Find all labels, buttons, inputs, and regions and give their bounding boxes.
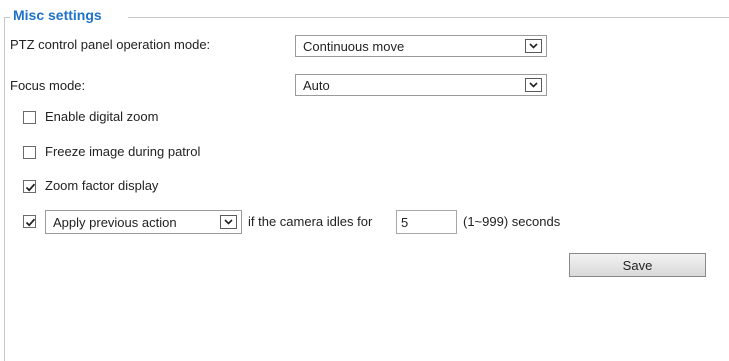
chevron-down-icon[interactable] [220, 215, 237, 229]
checkmark-icon [25, 218, 36, 227]
fieldset-border [4, 17, 10, 18]
ptz-mode-value: Continuous move [303, 38, 405, 54]
checkmark-icon [25, 183, 36, 192]
section-title: Misc settings [13, 7, 102, 23]
idle-prefix-label: if the camera idles for [248, 214, 373, 229]
fieldset-border [128, 17, 729, 18]
idle-action-checkbox[interactable] [23, 215, 36, 228]
fieldset-border [4, 17, 5, 361]
save-button[interactable]: Save [569, 253, 706, 277]
digital-zoom-checkbox[interactable] [23, 111, 36, 124]
freeze-image-checkbox[interactable] [23, 146, 36, 159]
ptz-mode-label: PTZ control panel operation mode: [10, 37, 211, 52]
idle-seconds-input[interactable]: 5 [396, 210, 457, 234]
freeze-image-label: Freeze image during patrol [45, 144, 201, 159]
focus-mode-label: Focus mode: [10, 78, 86, 93]
idle-action-value: Apply previous action [53, 214, 177, 230]
chevron-down-icon[interactable] [525, 78, 542, 92]
focus-mode-value: Auto [303, 77, 330, 93]
idle-seconds-value: 5 [401, 214, 409, 230]
zoom-display-label: Zoom factor display [45, 178, 159, 193]
idle-suffix-label: (1~999) seconds [463, 214, 561, 229]
digital-zoom-label: Enable digital zoom [45, 109, 159, 124]
ptz-mode-select[interactable]: Continuous move [295, 35, 547, 57]
zoom-display-checkbox[interactable] [23, 180, 36, 193]
focus-mode-select[interactable]: Auto [295, 74, 547, 96]
idle-action-select[interactable]: Apply previous action [45, 210, 242, 234]
chevron-down-icon[interactable] [525, 39, 542, 53]
